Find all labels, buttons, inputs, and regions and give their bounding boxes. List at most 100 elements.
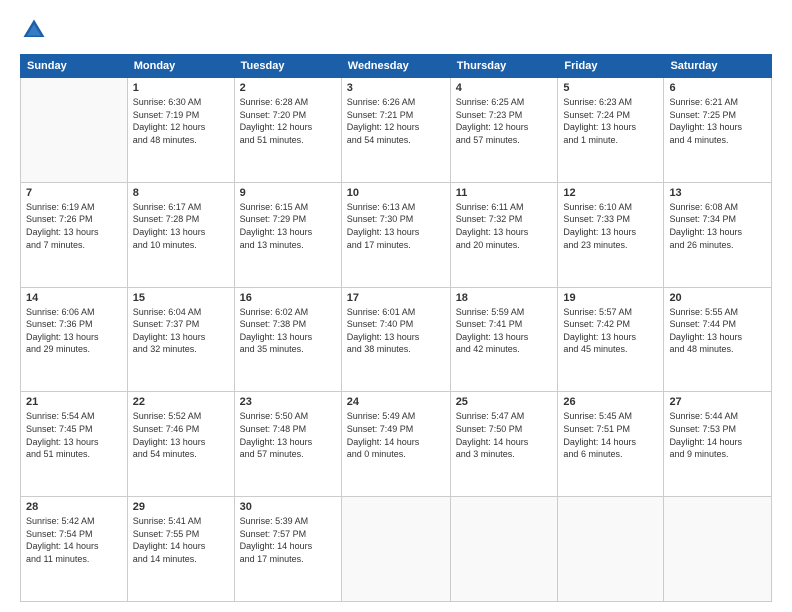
- day-number: 10: [347, 187, 445, 199]
- calendar-week-row: 14 Sunrise: 6:06 AM Sunset: 7:36 PM Dayli…: [21, 287, 772, 392]
- calendar-day-cell: 5 Sunrise: 6:23 AM Sunset: 7:24 PM Daylig…: [558, 78, 664, 183]
- calendar-day-cell: 14 Sunrise: 6:06 AM Sunset: 7:36 PM Dayli…: [21, 287, 128, 392]
- weekday-header: Wednesday: [341, 55, 450, 78]
- day-info: Sunrise: 6:10 AM Sunset: 7:33 PM Dayligh…: [563, 201, 658, 251]
- calendar-day-cell: 17 Sunrise: 6:01 AM Sunset: 7:40 PM Dayli…: [341, 287, 450, 392]
- calendar-day-cell: 8Sunrise: 6:17 AM Sunset: 7:28 PM Daylig…: [127, 182, 234, 287]
- day-number: 21: [26, 396, 122, 408]
- day-info: Sunrise: 6:06 AM Sunset: 7:36 PM Dayligh…: [26, 306, 122, 356]
- day-info: Sunrise: 6:15 AM Sunset: 7:29 PM Dayligh…: [240, 201, 336, 251]
- page: SundayMondayTuesdayWednesdayThursdayFrid…: [0, 0, 792, 612]
- calendar-day-cell: 25Sunrise: 5:47 AM Sunset: 7:50 PM Dayli…: [450, 392, 558, 497]
- calendar-week-row: 28 Sunrise: 5:42 AM Sunset: 7:54 PM Dayli…: [21, 497, 772, 602]
- calendar-day-cell: 1 Sunrise: 6:30 AM Sunset: 7:19 PM Daylig…: [127, 78, 234, 183]
- calendar-day-cell: 13Sunrise: 6:08 AM Sunset: 7:34 PM Dayli…: [664, 182, 772, 287]
- calendar-day-cell: 3 Sunrise: 6:26 AM Sunset: 7:21 PM Daylig…: [341, 78, 450, 183]
- calendar-week-row: 1 Sunrise: 6:30 AM Sunset: 7:19 PM Daylig…: [21, 78, 772, 183]
- day-info: Sunrise: 6:30 AM Sunset: 7:19 PM Dayligh…: [133, 96, 229, 146]
- day-info: Sunrise: 5:41 AM Sunset: 7:55 PM Dayligh…: [133, 515, 229, 565]
- day-number: 19: [563, 292, 658, 304]
- day-number: 24: [347, 396, 445, 408]
- day-number: 28: [26, 501, 122, 513]
- weekday-header: Thursday: [450, 55, 558, 78]
- calendar-day-cell: 15Sunrise: 6:04 AM Sunset: 7:37 PM Dayli…: [127, 287, 234, 392]
- calendar-day-cell: 20 Sunrise: 5:55 AM Sunset: 7:44 PM Dayli…: [664, 287, 772, 392]
- day-info: Sunrise: 5:44 AM Sunset: 7:53 PM Dayligh…: [669, 410, 766, 460]
- day-number: 11: [456, 187, 553, 199]
- day-info: Sunrise: 6:23 AM Sunset: 7:24 PM Dayligh…: [563, 96, 658, 146]
- day-number: 16: [240, 292, 336, 304]
- day-info: Sunrise: 6:01 AM Sunset: 7:40 PM Dayligh…: [347, 306, 445, 356]
- day-info: Sunrise: 5:52 AM Sunset: 7:46 PM Dayligh…: [133, 410, 229, 460]
- day-info: Sunrise: 6:19 AM Sunset: 7:26 PM Dayligh…: [26, 201, 122, 251]
- calendar-day-cell: [664, 497, 772, 602]
- calendar-week-row: 7 Sunrise: 6:19 AM Sunset: 7:26 PM Daylig…: [21, 182, 772, 287]
- day-number: 29: [133, 501, 229, 513]
- calendar-header: SundayMondayTuesdayWednesdayThursdayFrid…: [21, 55, 772, 78]
- day-number: 30: [240, 501, 336, 513]
- day-info: Sunrise: 6:02 AM Sunset: 7:38 PM Dayligh…: [240, 306, 336, 356]
- day-info: Sunrise: 5:55 AM Sunset: 7:44 PM Dayligh…: [669, 306, 766, 356]
- day-info: Sunrise: 5:39 AM Sunset: 7:57 PM Dayligh…: [240, 515, 336, 565]
- day-info: Sunrise: 6:11 AM Sunset: 7:32 PM Dayligh…: [456, 201, 553, 251]
- day-number: 26: [563, 396, 658, 408]
- calendar-day-cell: 27 Sunrise: 5:44 AM Sunset: 7:53 PM Dayli…: [664, 392, 772, 497]
- calendar-day-cell: 24Sunrise: 5:49 AM Sunset: 7:49 PM Dayli…: [341, 392, 450, 497]
- day-info: Sunrise: 6:17 AM Sunset: 7:28 PM Dayligh…: [133, 201, 229, 251]
- day-number: 6: [669, 82, 766, 94]
- logo: [20, 16, 52, 44]
- calendar-day-cell: 7 Sunrise: 6:19 AM Sunset: 7:26 PM Daylig…: [21, 182, 128, 287]
- calendar-day-cell: 18 Sunrise: 5:59 AM Sunset: 7:41 PM Dayli…: [450, 287, 558, 392]
- day-info: Sunrise: 6:04 AM Sunset: 7:37 PM Dayligh…: [133, 306, 229, 356]
- calendar-day-cell: 10 Sunrise: 6:13 AM Sunset: 7:30 PM Dayli…: [341, 182, 450, 287]
- day-info: Sunrise: 6:21 AM Sunset: 7:25 PM Dayligh…: [669, 96, 766, 146]
- weekday-header: Tuesday: [234, 55, 341, 78]
- calendar-day-cell: 16 Sunrise: 6:02 AM Sunset: 7:38 PM Dayli…: [234, 287, 341, 392]
- day-info: Sunrise: 6:25 AM Sunset: 7:23 PM Dayligh…: [456, 96, 553, 146]
- calendar-day-cell: 12 Sunrise: 6:10 AM Sunset: 7:33 PM Dayli…: [558, 182, 664, 287]
- day-number: 2: [240, 82, 336, 94]
- weekday-header: Monday: [127, 55, 234, 78]
- day-number: 22: [133, 396, 229, 408]
- day-number: 7: [26, 187, 122, 199]
- day-number: 9: [240, 187, 336, 199]
- day-number: 27: [669, 396, 766, 408]
- calendar-day-cell: 23 Sunrise: 5:50 AM Sunset: 7:48 PM Dayli…: [234, 392, 341, 497]
- weekday-header: Saturday: [664, 55, 772, 78]
- day-info: Sunrise: 6:13 AM Sunset: 7:30 PM Dayligh…: [347, 201, 445, 251]
- calendar-table: SundayMondayTuesdayWednesdayThursdayFrid…: [20, 54, 772, 602]
- calendar-body: 1 Sunrise: 6:30 AM Sunset: 7:19 PM Daylig…: [21, 78, 772, 602]
- calendar-day-cell: [21, 78, 128, 183]
- day-info: Sunrise: 5:54 AM Sunset: 7:45 PM Dayligh…: [26, 410, 122, 460]
- day-info: Sunrise: 6:26 AM Sunset: 7:21 PM Dayligh…: [347, 96, 445, 146]
- day-number: 3: [347, 82, 445, 94]
- day-number: 5: [563, 82, 658, 94]
- calendar-day-cell: [558, 497, 664, 602]
- calendar-day-cell: 2 Sunrise: 6:28 AM Sunset: 7:20 PM Daylig…: [234, 78, 341, 183]
- day-info: Sunrise: 5:59 AM Sunset: 7:41 PM Dayligh…: [456, 306, 553, 356]
- day-info: Sunrise: 5:57 AM Sunset: 7:42 PM Dayligh…: [563, 306, 658, 356]
- calendar-day-cell: 21 Sunrise: 5:54 AM Sunset: 7:45 PM Dayli…: [21, 392, 128, 497]
- weekday-header: Friday: [558, 55, 664, 78]
- calendar-day-cell: 30 Sunrise: 5:39 AM Sunset: 7:57 PM Dayli…: [234, 497, 341, 602]
- day-info: Sunrise: 5:42 AM Sunset: 7:54 PM Dayligh…: [26, 515, 122, 565]
- day-number: 23: [240, 396, 336, 408]
- day-info: Sunrise: 5:50 AM Sunset: 7:48 PM Dayligh…: [240, 410, 336, 460]
- day-number: 4: [456, 82, 553, 94]
- calendar-day-cell: 6 Sunrise: 6:21 AM Sunset: 7:25 PM Daylig…: [664, 78, 772, 183]
- day-info: Sunrise: 5:45 AM Sunset: 7:51 PM Dayligh…: [563, 410, 658, 460]
- weekday-header: Sunday: [21, 55, 128, 78]
- calendar-day-cell: 28 Sunrise: 5:42 AM Sunset: 7:54 PM Dayli…: [21, 497, 128, 602]
- day-number: 18: [456, 292, 553, 304]
- day-number: 1: [133, 82, 229, 94]
- day-number: 17: [347, 292, 445, 304]
- day-info: Sunrise: 6:28 AM Sunset: 7:20 PM Dayligh…: [240, 96, 336, 146]
- day-number: 25: [456, 396, 553, 408]
- day-number: 20: [669, 292, 766, 304]
- calendar-day-cell: 11 Sunrise: 6:11 AM Sunset: 7:32 PM Dayli…: [450, 182, 558, 287]
- calendar-week-row: 21 Sunrise: 5:54 AM Sunset: 7:45 PM Dayli…: [21, 392, 772, 497]
- calendar-day-cell: 22 Sunrise: 5:52 AM Sunset: 7:46 PM Dayli…: [127, 392, 234, 497]
- day-number: 12: [563, 187, 658, 199]
- day-number: 14: [26, 292, 122, 304]
- logo-icon: [20, 16, 48, 44]
